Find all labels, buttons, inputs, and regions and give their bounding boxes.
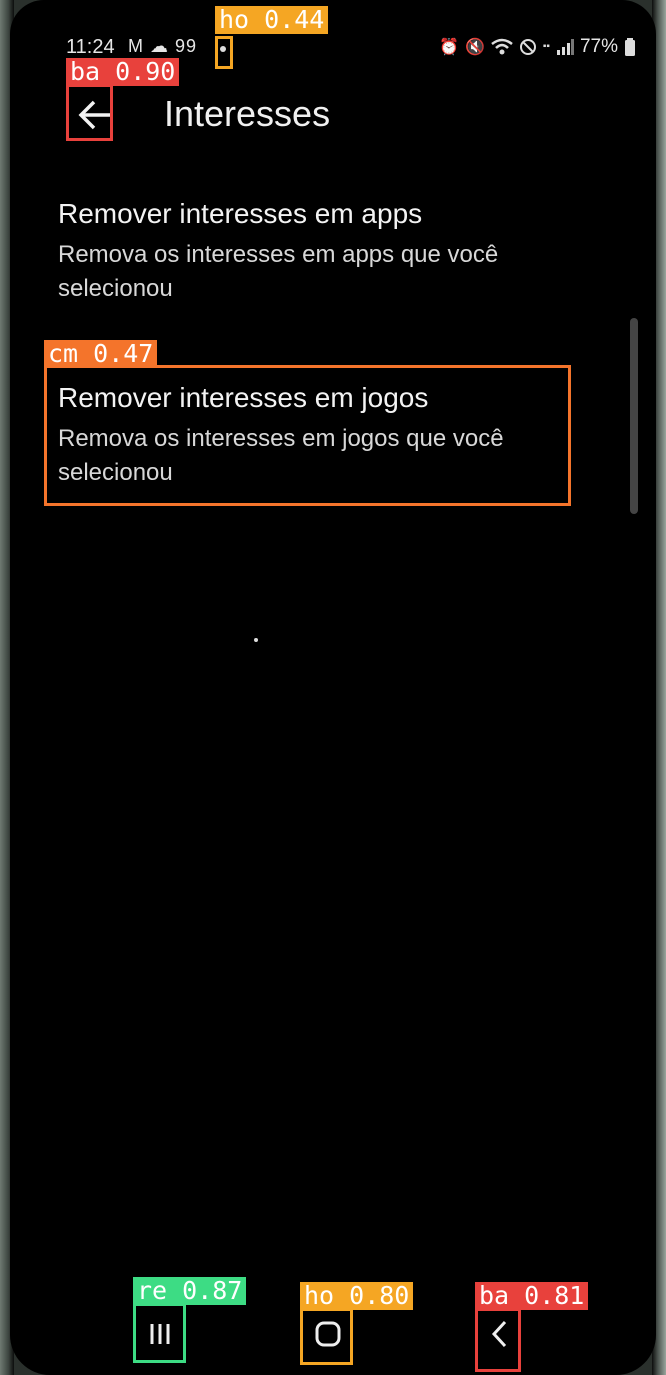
- mute-icon: 🔇: [464, 39, 485, 56]
- battery-icon: [625, 38, 635, 56]
- detection-label: ba 0.90: [66, 58, 180, 86]
- wifi-icon: [491, 38, 513, 55]
- item-subtitle-line2: selecionou: [58, 275, 173, 302]
- signal-icon: [556, 39, 574, 55]
- phone-screen: 11:24 M ☁ 99 ⏰ 🔇 ▪▪ 77% Interesses Remov…: [10, 0, 656, 1375]
- item-title: Remover interesses em apps: [58, 198, 423, 229]
- detection-label: cm 0.47: [44, 340, 158, 368]
- alarm-icon: ⏰: [439, 39, 459, 56]
- detection-label: ho 0.80: [300, 1282, 414, 1310]
- detection-box-nav-back: [475, 1308, 521, 1372]
- detection-label: re 0.87: [133, 1277, 247, 1305]
- detection-label: ho 0.44: [215, 6, 329, 34]
- screen-speck: [254, 638, 258, 642]
- detection-box-recents: [133, 1303, 186, 1363]
- volte-icon: ▪▪: [542, 41, 550, 52]
- list-item-remove-app-interests[interactable]: Remover interesses em apps Remova os int…: [58, 196, 578, 306]
- notification-icons: M ☁ 99: [128, 36, 198, 56]
- status-time: 11:24: [66, 36, 115, 58]
- do-not-disturb-icon: [519, 39, 536, 55]
- page-title: Interesses: [164, 93, 331, 134]
- detection-box-home: [300, 1308, 353, 1365]
- detection-label: ba 0.81: [475, 1282, 589, 1310]
- status-right-group: ⏰ 🔇 ▪▪ 77%: [439, 36, 636, 58]
- scrollbar[interactable]: [630, 318, 638, 514]
- item-subtitle: Remova os interesses em apps que você se…: [58, 238, 578, 306]
- detection-box-status-dot: [215, 36, 233, 69]
- battery-percentage: 77%: [579, 36, 618, 57]
- detection-box-list-item: [44, 365, 571, 506]
- detection-box-back-button: [66, 84, 113, 141]
- item-subtitle-line1: Remova os interesses em apps que você: [58, 241, 499, 268]
